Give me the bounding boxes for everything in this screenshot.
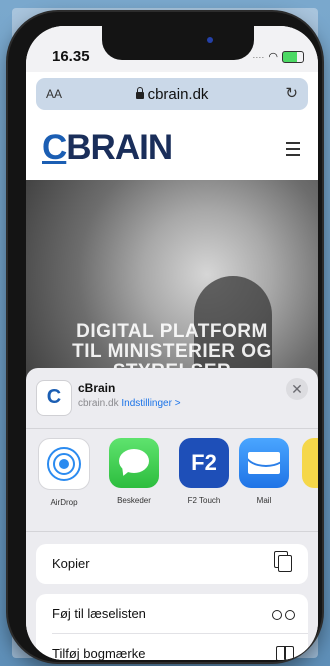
status-icons: ···· ◠ — [252, 50, 304, 63]
messages-icon — [109, 438, 159, 488]
phone-frame: 16.35 ···· ◠ AA cbrain.dk ↻ CBRAIN DIGIT… — [8, 12, 322, 662]
menu-icon[interactable] — [286, 142, 300, 160]
share-sheet: C cBrain cbrain.dk Indstillinger > ✕ Air… — [26, 368, 318, 660]
share-site-subtitle: cbrain.dk Indstillinger > — [78, 398, 181, 409]
divider — [26, 428, 318, 429]
close-button[interactable]: ✕ — [286, 378, 308, 400]
share-app-airdrop[interactable]: AirDrop — [36, 438, 92, 507]
url-display[interactable]: cbrain.dk — [36, 86, 308, 103]
mail-icon — [239, 438, 289, 488]
share-app-more[interactable] — [302, 438, 318, 488]
action-copy[interactable]: Kopier — [36, 544, 308, 584]
share-app-messages[interactable]: Beskeder — [106, 438, 162, 505]
wifi-icon: ◠ — [268, 51, 278, 63]
glasses-icon — [272, 610, 296, 620]
app-label: Beskeder — [117, 496, 151, 505]
status-time: 16.35 — [52, 48, 90, 65]
partial-app-icon — [302, 438, 318, 488]
book-icon — [276, 646, 294, 660]
app-label: F2 Touch — [187, 496, 221, 505]
divider — [26, 531, 318, 532]
actions-group: Føj til læselisten Tilføj bogmærke — [36, 594, 308, 660]
airdrop-icon — [38, 438, 90, 490]
cellular-icon: ···· — [252, 51, 265, 62]
reload-icon[interactable]: ↻ — [285, 84, 298, 102]
site-header: CBRAIN — [26, 116, 318, 180]
phone-screen: 16.35 ···· ◠ AA cbrain.dk ↻ CBRAIN DIGIT… — [26, 26, 318, 660]
site-favicon: C — [36, 380, 72, 416]
share-apps-row: AirDrop Beskeder F2 F2 Touch Mail — [36, 438, 318, 518]
share-sheet-header: C cBrain cbrain.dk Indstillinger > ✕ — [36, 378, 308, 422]
camera-dot — [207, 37, 213, 43]
address-bar[interactable]: AA cbrain.dk ↻ — [36, 78, 308, 110]
copy-action-group: Kopier — [36, 544, 308, 584]
hero-image: DIGITAL PLATFORM TIL MINISTERIER OG STYR… — [26, 180, 318, 390]
battery-icon — [282, 50, 304, 63]
cbrain-logo[interactable]: CBRAIN — [42, 128, 173, 168]
notch — [102, 26, 254, 60]
options-link[interactable]: Indstillinger > — [121, 398, 180, 409]
lock-icon — [135, 87, 144, 99]
app-label: Mail — [256, 496, 272, 505]
share-site-domain: cbrain.dk — [78, 398, 119, 409]
f2-touch-icon: F2 — [179, 438, 229, 488]
action-reading-list[interactable]: Føj til læselisten — [36, 594, 308, 634]
url-text: cbrain.dk — [147, 86, 209, 103]
action-bookmark[interactable]: Tilføj bogmærke — [36, 634, 308, 660]
share-site-name: cBrain — [78, 381, 116, 395]
share-app-mail[interactable]: Mail — [236, 438, 292, 505]
share-app-f2-touch[interactable]: F2 F2 Touch — [176, 438, 232, 505]
app-label: AirDrop — [50, 498, 78, 507]
